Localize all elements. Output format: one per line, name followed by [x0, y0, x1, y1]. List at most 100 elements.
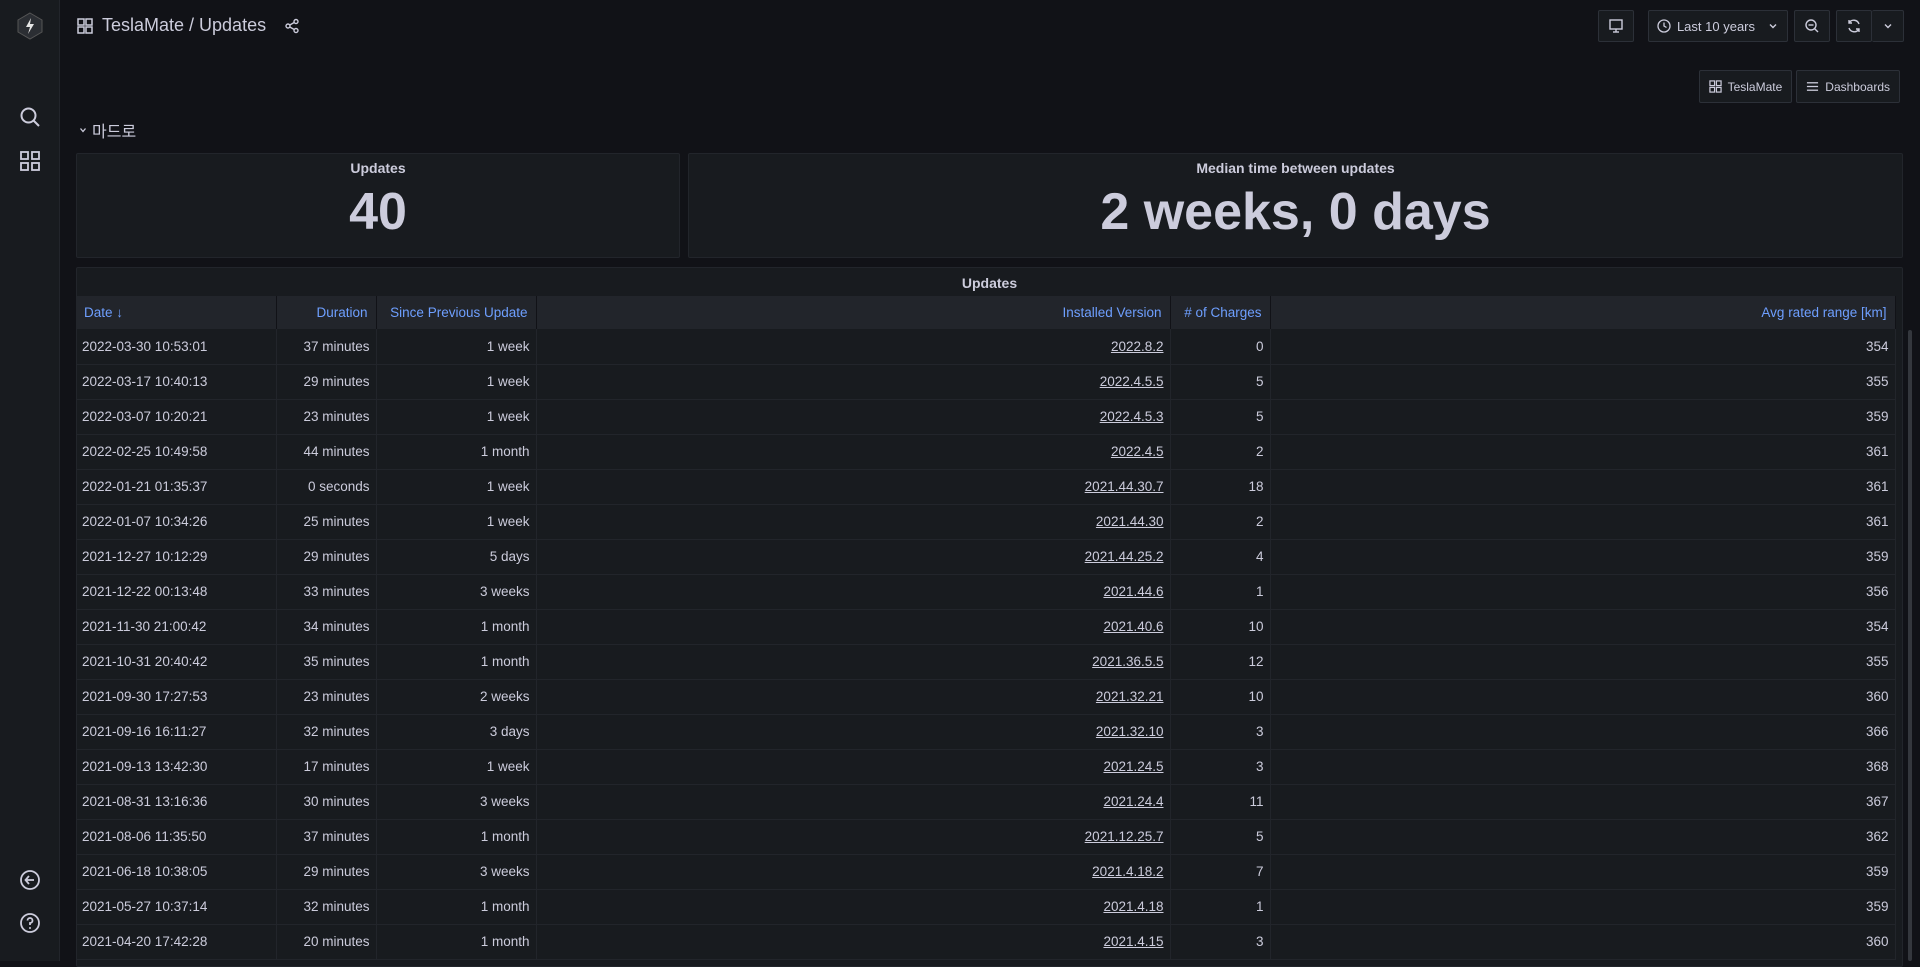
dashboard-toolbar: Last 10 years	[1597, 10, 1904, 42]
cell-date: 2022-02-25 10:49:58	[76, 434, 277, 470]
release-notes-link[interactable]: 2021.32.21	[1096, 689, 1164, 704]
chevron-down-icon	[80, 128, 86, 133]
release-notes-link[interactable]: 2021.40.6	[1103, 619, 1163, 634]
release-notes-link[interactable]: 2021.24.4	[1103, 794, 1163, 809]
cell-since-previous: 1 month	[376, 924, 537, 960]
help-icon[interactable]	[18, 911, 42, 935]
cell-duration: 29 minutes	[276, 539, 377, 575]
release-notes-link[interactable]: 2021.44.6	[1103, 584, 1163, 599]
panel-title[interactable]: Updates	[77, 275, 1902, 291]
top-navbar: TeslaMate / Updates Last 10 years	[60, 0, 1920, 54]
table-scrollbar[interactable]	[1908, 330, 1912, 961]
refresh-group	[1836, 10, 1904, 42]
release-notes-link[interactable]: 2022.8.2	[1111, 339, 1164, 354]
bars-icon	[1807, 82, 1819, 91]
cell-avg-range: 362	[1270, 819, 1896, 855]
column-header-charges[interactable]: # of Charges	[1170, 296, 1271, 329]
time-picker-button[interactable]: Last 10 years	[1647, 10, 1788, 42]
cell-avg-range: 361	[1270, 434, 1896, 470]
column-header-date[interactable]: Date ↓	[76, 296, 277, 329]
zoom-out-button[interactable]	[1794, 10, 1830, 42]
column-header-installed-version[interactable]: Installed Version	[536, 296, 1171, 329]
cell-installed-version: 2021.32.10	[536, 714, 1171, 750]
link-teslamate[interactable]: TeslaMate	[1698, 70, 1793, 103]
cell-date: 2021-11-30 21:00:42	[76, 609, 277, 645]
table-row: 2021-05-27 10:37:14 32 minutes 1 month 2021…	[76, 889, 1896, 925]
table-row: 2022-03-17 10:40:13 29 minutes 1 week 2022.…	[76, 364, 1896, 400]
column-header-avg-range[interactable]: Avg rated range [km]	[1270, 296, 1896, 329]
cell-charges: 4	[1170, 539, 1271, 575]
cell-charges: 1	[1170, 574, 1271, 610]
chevron-down-icon	[1769, 24, 1777, 29]
cell-avg-range: 359	[1270, 399, 1896, 435]
cell-installed-version: 2021.36.5.5	[536, 644, 1171, 680]
cell-date: 2022-03-07 10:20:21	[76, 399, 277, 435]
cell-duration: 44 minutes	[276, 434, 377, 470]
table-row: 2021-04-20 17:42:28 20 minutes 1 month 2021…	[76, 924, 1896, 960]
release-notes-link[interactable]: 2022.4.5	[1111, 444, 1164, 459]
cell-date: 2021-09-30 17:27:53	[76, 679, 277, 715]
cell-since-previous: 2 weeks	[376, 679, 537, 715]
cell-duration: 0 seconds	[276, 469, 377, 505]
link-dashboards[interactable]: Dashboards	[1796, 70, 1900, 103]
cell-duration: 23 minutes	[276, 679, 377, 715]
release-notes-link[interactable]: 2021.4.15	[1103, 934, 1163, 949]
dashboard-grid-icon	[77, 17, 93, 34]
cell-date: 2022-03-30 10:53:01	[76, 329, 277, 365]
cell-duration: 37 minutes	[276, 819, 377, 855]
cell-charges: 12	[1170, 644, 1271, 680]
stat-panel-median-time: Median time between updates 2 weeks, 0 d…	[688, 153, 1903, 258]
release-notes-link[interactable]: 2021.36.5.5	[1092, 654, 1163, 669]
release-notes-link[interactable]: 2021.44.30.7	[1085, 479, 1164, 494]
row-header[interactable]: 마드로	[78, 118, 136, 142]
sign-in-icon[interactable]	[18, 868, 42, 892]
updates-table-container: Date ↓ Duration Since Previous Update In…	[76, 296, 1898, 961]
table-row: 2021-10-31 20:40:42 35 minutes 1 month 2021…	[76, 644, 1896, 680]
column-header-since-previous[interactable]: Since Previous Update	[376, 296, 537, 329]
cell-avg-range: 354	[1270, 609, 1896, 645]
dashboards-icon[interactable]	[18, 149, 42, 173]
cell-date: 2021-09-16 16:11:27	[76, 714, 277, 750]
refresh-button[interactable]	[1836, 10, 1872, 42]
release-notes-link[interactable]: 2021.44.25.2	[1085, 549, 1164, 564]
release-notes-link[interactable]: 2022.4.5.3	[1100, 409, 1164, 424]
stat-panel-updates: Updates 40	[76, 153, 680, 258]
cell-installed-version: 2021.24.5	[536, 749, 1171, 785]
panel-title[interactable]: Median time between updates	[689, 160, 1902, 176]
cell-date: 2021-12-27 10:12:29	[76, 539, 277, 575]
release-notes-link[interactable]: 2021.32.10	[1096, 724, 1164, 739]
tv-mode-button[interactable]	[1597, 10, 1634, 42]
cell-duration: 29 minutes	[276, 854, 377, 890]
release-notes-link[interactable]: 2021.24.5	[1103, 759, 1163, 774]
grafana-logo-icon[interactable]	[16, 12, 44, 40]
dashboard-title[interactable]: TeslaMate / Updates	[102, 15, 266, 36]
column-header-duration[interactable]: Duration	[276, 296, 377, 329]
cell-date: 2021-04-20 17:42:28	[76, 924, 277, 960]
search-icon[interactable]	[18, 105, 42, 129]
table-row: 2021-09-16 16:11:27 32 minutes 3 days 2021.…	[76, 714, 1896, 750]
cell-avg-range: 359	[1270, 889, 1896, 925]
cell-installed-version: 2021.44.30	[536, 504, 1171, 540]
release-notes-link[interactable]: 2021.4.18	[1103, 899, 1163, 914]
cell-since-previous: 1 month	[376, 889, 537, 925]
cell-charges: 2	[1170, 434, 1271, 470]
cell-avg-range: 366	[1270, 714, 1896, 750]
refresh-interval-button[interactable]	[1872, 10, 1904, 42]
cell-date: 2021-12-22 00:13:48	[76, 574, 277, 610]
refresh-icon	[1848, 19, 1860, 33]
release-notes-link[interactable]: 2021.12.25.7	[1085, 829, 1164, 844]
cell-charges: 18	[1170, 469, 1271, 505]
cell-since-previous: 1 week	[376, 364, 537, 400]
panel-title[interactable]: Updates	[77, 160, 679, 176]
share-icon[interactable]	[284, 18, 300, 34]
cell-charges: 5	[1170, 399, 1271, 435]
release-notes-link[interactable]: 2021.44.30	[1096, 514, 1164, 529]
table-row: 2021-09-13 13:42:30 17 minutes 1 week 2021.…	[76, 749, 1896, 785]
table-row: 2022-01-07 10:34:26 25 minutes 1 week 2021.…	[76, 504, 1896, 540]
cell-avg-range: 360	[1270, 679, 1896, 715]
release-notes-link[interactable]: 2022.4.5.5	[1100, 374, 1164, 389]
table-row: 2021-08-31 13:16:36 30 minutes 3 weeks 2021…	[76, 784, 1896, 820]
cell-date: 2022-01-07 10:34:26	[76, 504, 277, 540]
table-row: 2022-02-25 10:49:58 44 minutes 1 month 2022…	[76, 434, 1896, 470]
release-notes-link[interactable]: 2021.4.18.2	[1092, 864, 1163, 879]
